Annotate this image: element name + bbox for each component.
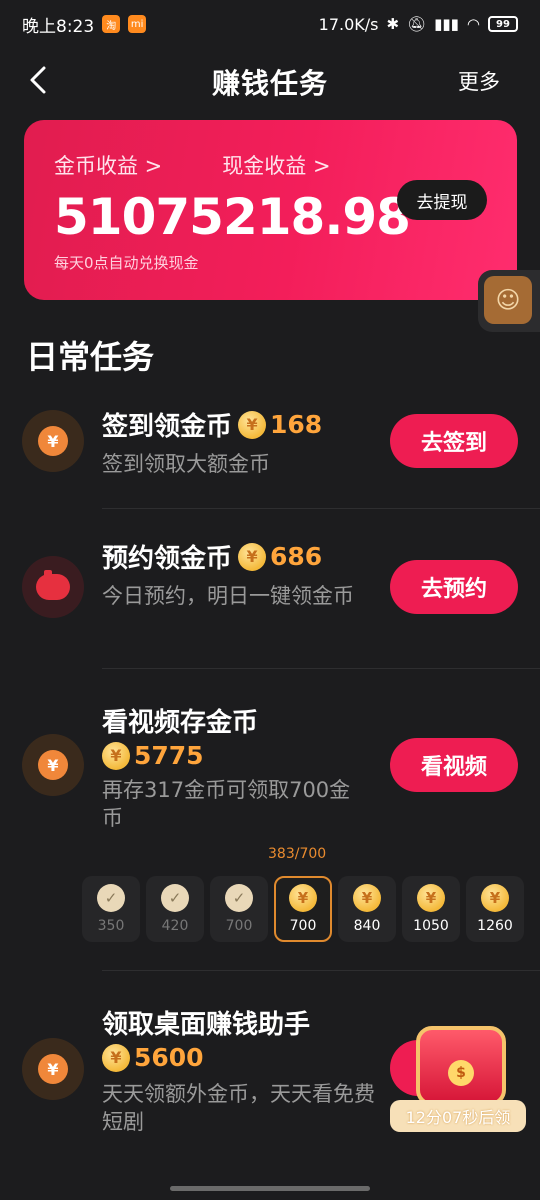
piggy-bank-icon (36, 570, 70, 600)
progress-label: 383/700 (268, 846, 327, 862)
step-value: 1260 (477, 918, 513, 934)
progress-step: ¥1050 (402, 876, 460, 942)
step-value: 350 (97, 918, 125, 934)
reserve-button[interactable]: 去预约 (390, 560, 518, 614)
task-icon: ¥ (22, 410, 84, 472)
coin-earnings-link[interactable]: 金币收益 > (54, 150, 162, 180)
task-desc: 天天领额外金币，天天看免费短剧 (102, 1082, 375, 1134)
check-icon: ✓ (161, 884, 189, 912)
gold-coin-icon: ¥ (238, 410, 267, 439)
home-indicator[interactable] (170, 1186, 370, 1191)
task-title-row: 领取桌面赚钱助手 ¥ 5600 (102, 1004, 310, 1072)
task-reward: ¥ 168 (238, 410, 322, 439)
signal-icon: ▮▮▮ (434, 15, 459, 33)
task-reward: ¥ 5775 (102, 741, 204, 770)
mute-icon: 🔕︎ (407, 15, 427, 33)
gold-coin-icon: ¥ (102, 1043, 130, 1072)
divider (102, 668, 540, 669)
app-notification-icon: 淘 (102, 15, 121, 33)
check-icon: ✓ (225, 884, 253, 912)
gold-coin-icon: ¥ (238, 542, 267, 571)
task-title-row: 签到领金币 ¥ 168 (102, 406, 322, 443)
task-title: 看视频存金币 (102, 708, 259, 738)
task-title-row: 看视频存金币 ¥ 5775 (102, 702, 258, 770)
mi-notification-icon: mi (128, 15, 147, 33)
gold-coin-icon: ¥ (481, 884, 509, 912)
bluetooth-icon: ✱ (386, 15, 400, 33)
step-value: 420 (161, 918, 189, 934)
progress-step: ¥840 (338, 876, 396, 942)
floating-widget[interactable]: ☺ (478, 270, 540, 332)
chest-timer: 12分07秒后领 (390, 1100, 526, 1132)
task-title: 签到领金币 (102, 412, 233, 442)
gold-coin-icon: ¥ (353, 884, 381, 912)
network-speed: 17.0K/s (318, 14, 379, 34)
treasure-chest-widget[interactable]: $ 12分07秒后领 (388, 1020, 528, 1138)
status-time: 晚上8:23 (22, 16, 95, 37)
progress-step: ✓ 420 (146, 876, 204, 942)
status-bar: 晚上8:23 淘 mi 17.0K/s ✱ 🔕︎ ▮▮▮ ◠ 99 (0, 0, 540, 48)
task-checkin: ¥ 签到领金币 ¥ 168 签到领取大额金币 去签到 (0, 404, 540, 510)
more-button[interactable]: 更多 (458, 66, 500, 96)
gold-coin-icon: ¥ (289, 884, 317, 912)
task-watch-video: ¥ 看视频存金币 ¥ 5775 再存317金币可领取700金币 看视频 (0, 700, 540, 840)
earnings-note: 每天0点自动兑换现金 (54, 254, 199, 272)
progress-step: ¥1260 (466, 876, 524, 942)
step-value: 700 (289, 918, 317, 934)
task-reward: ¥ 5600 (102, 1043, 204, 1072)
task-icon: ¥ (22, 734, 84, 796)
wifi-icon: ◠ (466, 15, 480, 33)
progress-step-current: ¥700 (274, 876, 332, 942)
check-icon: ✓ (97, 884, 125, 912)
task-title: 领取桌面赚钱助手 (102, 1010, 311, 1040)
progress-step: ✓ 350 (82, 876, 140, 942)
task-desc: 今日预约，明日一键领金币 (102, 584, 354, 608)
section-title: 日常任务 (26, 338, 155, 376)
checkin-button[interactable]: 去签到 (390, 414, 518, 468)
task-reward-value: 168 (270, 410, 323, 439)
step-value: 700 (225, 918, 253, 934)
gold-coin-icon: ¥ (102, 741, 130, 770)
divider (102, 970, 540, 971)
watch-video-button[interactable]: 看视频 (390, 738, 518, 792)
battery-icon: 99 (488, 16, 518, 32)
chest-lock-icon: $ (448, 1060, 474, 1086)
step-value: 840 (353, 918, 381, 934)
task-reward-value: 5600 (134, 1043, 204, 1072)
task-reward: ¥ 686 (238, 542, 322, 571)
task-icon (22, 556, 84, 618)
yen-coin-icon: ¥ (38, 1054, 68, 1084)
task-reserve: 预约领金币 ¥ 686 今日预约，明日一键领金币 去预约 (0, 536, 540, 666)
progress-steps: ✓ 350 ✓ 420 ✓ 700 ¥700 ¥840 ¥1050 ¥1260 (82, 876, 524, 942)
task-reward-value: 686 (270, 542, 323, 571)
cash-earnings-link[interactable]: 现金收益 > (222, 150, 330, 180)
nav-bar: 赚钱任务 更多 (0, 52, 540, 108)
task-desc: 再存317金币可领取700金币 (102, 778, 351, 830)
task-title-row: 预约领金币 ¥ 686 (102, 538, 322, 575)
task-reward-value: 5775 (134, 741, 204, 770)
gold-coin-icon: ¥ (417, 884, 445, 912)
earnings-card: 金币收益 > 现金收益 > 51075218.98 每天0点自动兑换现金 去提现 (24, 120, 517, 300)
task-icon: ¥ (22, 1038, 84, 1100)
person-icon: ☺ (484, 276, 532, 324)
yen-coin-icon: ¥ (38, 750, 68, 780)
yen-coin-icon: ¥ (38, 426, 68, 456)
progress-step: ✓ 700 (210, 876, 268, 942)
task-title: 预约领金币 (102, 544, 233, 574)
step-value: 1050 (413, 918, 449, 934)
withdraw-button[interactable]: 去提现 (397, 180, 487, 220)
divider (102, 508, 540, 509)
task-desc: 签到领取大额金币 (102, 452, 270, 476)
